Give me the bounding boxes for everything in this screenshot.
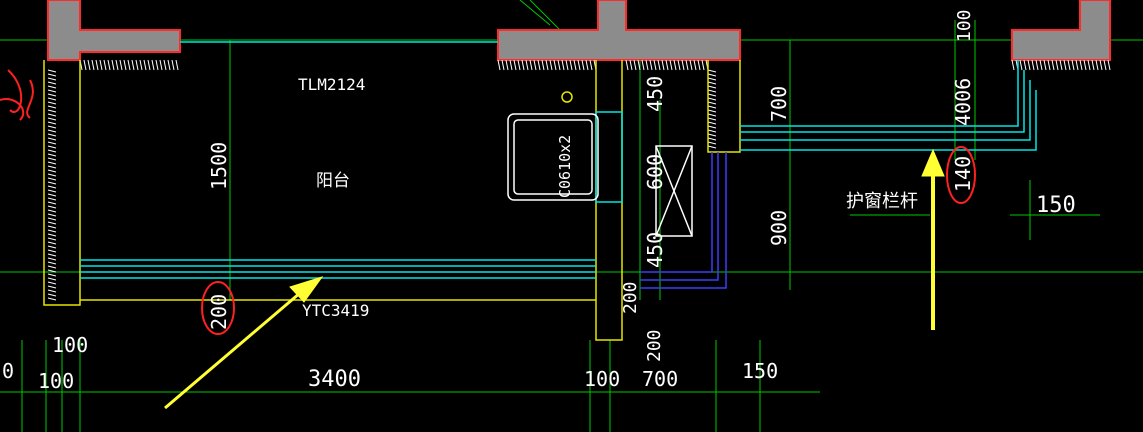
dim-1500: 1500	[207, 142, 231, 190]
dim-bottom-100-a: 100	[52, 333, 88, 357]
dim-4006: 4006	[951, 78, 975, 126]
highlight-arrows	[164, 148, 945, 410]
dim-700: 700	[767, 86, 791, 122]
dim-bottom-100-b: 100	[38, 369, 74, 393]
dim-150-right: 150	[1036, 193, 1076, 218]
wall-left	[47, 0, 181, 61]
dim-bottom-700: 700	[642, 367, 678, 391]
dim-140-circled: 140	[951, 156, 975, 192]
unit-tag: C0610x2	[556, 135, 574, 198]
dim-200-circled: 200	[207, 294, 231, 330]
dim-200-low: 200	[644, 329, 665, 362]
arrow-2-head	[921, 148, 945, 177]
dim-450-top: 450	[643, 76, 667, 112]
dim-bottom-150: 150	[742, 359, 778, 383]
cad-drawing: TLM2124 YTC3419 阳台 护窗栏杆 150 100 0 100 34…	[0, 0, 1143, 432]
arrow-1-shaft	[164, 291, 301, 410]
walls	[47, 0, 1111, 61]
dim-450-bottom: 450	[643, 232, 667, 268]
axis-grid	[0, 0, 1143, 432]
rail-note: 护窗栏杆	[846, 191, 918, 212]
door-tag: TLM2124	[298, 75, 365, 94]
wall-center	[497, 0, 741, 61]
dim-bottom-0: 0	[2, 359, 14, 383]
dim-100-top-right: 100	[954, 9, 975, 42]
dim-600: 600	[643, 154, 667, 190]
dim-200-mid: 200	[620, 281, 641, 314]
balcony-label: 阳台	[316, 171, 350, 191]
wall-right	[1011, 0, 1111, 61]
dim-900: 900	[767, 210, 791, 246]
dim-bottom-3400: 3400	[308, 367, 361, 392]
dim-bottom-100-c: 100	[584, 367, 620, 391]
red-marks	[0, 69, 976, 335]
window-tag: YTC3419	[302, 301, 369, 320]
